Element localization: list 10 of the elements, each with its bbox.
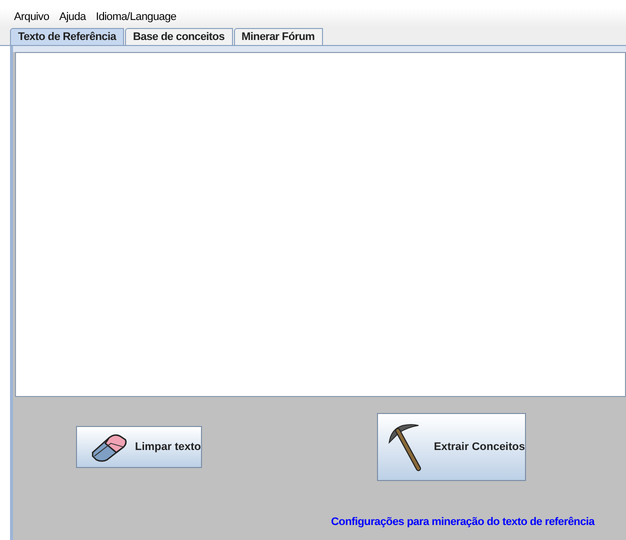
- menu-item[interactable]: Ajuda: [59, 9, 86, 26]
- text-area[interactable]: [15, 52, 626, 397]
- clear-text-button[interactable]: Limpar texto: [76, 426, 202, 468]
- tab[interactable]: Texto de Referência: [10, 28, 124, 45]
- tab[interactable]: Minerar Fórum: [234, 28, 323, 45]
- extract-button[interactable]: Extrair Conceitos: [377, 413, 526, 481]
- menu-item[interactable]: Arquivo: [14, 9, 50, 26]
- tab[interactable]: Base de conceitos: [125, 28, 233, 45]
- menu-item[interactable]: Idioma/Language: [96, 9, 176, 26]
- settings-link[interactable]: Configurações para mineração do texto de referência: [331, 514, 594, 530]
